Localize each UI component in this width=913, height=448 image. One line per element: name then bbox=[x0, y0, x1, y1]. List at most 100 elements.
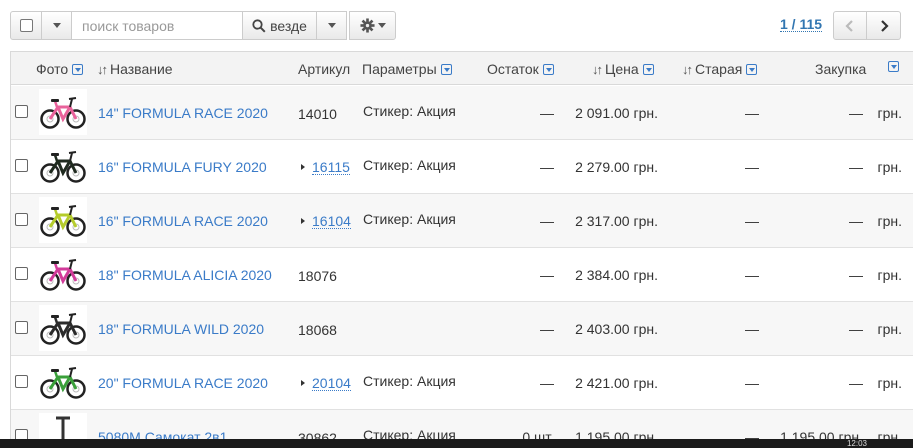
search-scope-button[interactable]: везде bbox=[243, 11, 317, 40]
prev-page-button[interactable] bbox=[833, 11, 867, 40]
bulk-actions-dropdown[interactable] bbox=[42, 11, 72, 40]
search-input[interactable] bbox=[72, 11, 243, 40]
column-params-label: Параметры bbox=[362, 61, 437, 77]
product-photo[interactable] bbox=[39, 197, 87, 243]
filter-icon[interactable] bbox=[746, 63, 758, 75]
filter-icon[interactable] bbox=[440, 63, 452, 75]
column-price-label: Цена bbox=[605, 61, 639, 77]
column-photo-label: Фото bbox=[36, 61, 69, 77]
clock: 12:03 bbox=[846, 439, 867, 448]
expand-variants-icon[interactable] bbox=[301, 380, 305, 386]
product-name-link[interactable]: 18" FORMULA WILD 2020 bbox=[98, 321, 264, 337]
product-name-link[interactable]: 16" FORMULA FURY 2020 bbox=[98, 159, 267, 175]
select-all-checkbox[interactable] bbox=[10, 11, 42, 40]
product-old-price[interactable]: — bbox=[745, 267, 759, 283]
filter-icon[interactable] bbox=[542, 63, 554, 75]
column-sku[interactable]: Артикул bbox=[298, 61, 350, 77]
column-name[interactable]: ↓↑ Название bbox=[97, 61, 173, 77]
product-photo[interactable] bbox=[39, 359, 87, 405]
product-name-link[interactable]: 18" FORMULA ALICIA 2020 bbox=[98, 267, 272, 283]
product-purchase-currency: грн. bbox=[877, 159, 902, 175]
sort-icon: ↓↑ bbox=[592, 61, 603, 77]
next-page-button[interactable] bbox=[867, 11, 901, 40]
column-filter[interactable] bbox=[888, 61, 899, 72]
table-row[interactable]: 16" FORMULA RACE 2020 16104 Стикер: Акци… bbox=[11, 194, 913, 248]
product-stock: — bbox=[540, 213, 554, 229]
product-price[interactable]: 2 403.00 грн. bbox=[575, 321, 658, 337]
table-row[interactable]: 14" FORMULA RACE 2020 14010 Стикер: Акци… bbox=[11, 86, 913, 140]
product-photo[interactable] bbox=[39, 305, 87, 351]
column-purchase-label: Закупка bbox=[815, 61, 867, 77]
row-checkbox[interactable] bbox=[15, 105, 28, 118]
product-old-price[interactable]: — bbox=[745, 213, 759, 229]
caret-down-icon bbox=[377, 23, 386, 28]
product-old-price[interactable]: — bbox=[745, 375, 759, 391]
row-checkbox[interactable] bbox=[15, 159, 28, 172]
product-purchase[interactable]: — bbox=[849, 267, 863, 283]
pagination bbox=[833, 11, 901, 40]
column-sku-label: Артикул bbox=[298, 61, 351, 77]
caret-down-icon bbox=[52, 23, 61, 28]
product-params: Стикер: Акция bbox=[363, 211, 456, 227]
product-purchase[interactable]: — bbox=[849, 159, 863, 175]
search-scope-label: везде bbox=[270, 17, 307, 34]
column-old-price-label: Старая bbox=[695, 61, 743, 77]
row-checkbox[interactable] bbox=[15, 375, 28, 388]
row-checkbox[interactable] bbox=[15, 213, 28, 226]
column-photo[interactable]: Фото bbox=[36, 61, 84, 77]
product-photo[interactable] bbox=[39, 251, 87, 297]
product-sku: 18076 bbox=[298, 268, 337, 284]
column-params[interactable]: Параметры bbox=[362, 61, 452, 77]
product-old-price[interactable]: — bbox=[745, 105, 759, 121]
product-purchase[interactable]: — bbox=[849, 105, 863, 121]
product-params: Стикер: Акция bbox=[363, 157, 456, 173]
product-price[interactable]: 2 091.00 грн. bbox=[575, 105, 658, 121]
table-row[interactable]: 18" FORMULA WILD 2020 18068 — 2 403.00 г… bbox=[11, 302, 913, 356]
product-purchase[interactable]: — bbox=[849, 213, 863, 229]
products-table: Фото ↓↑ Название Артикул Параметры Остато… bbox=[10, 51, 913, 448]
product-old-price[interactable]: — bbox=[745, 321, 759, 337]
filter-icon[interactable] bbox=[888, 61, 899, 72]
settings-dropdown[interactable] bbox=[349, 11, 396, 40]
product-purchase-currency: грн. bbox=[877, 375, 902, 391]
product-price[interactable]: 2 384.00 грн. bbox=[575, 267, 658, 283]
column-name-label: Название bbox=[110, 61, 173, 77]
product-name-link[interactable]: 14" FORMULA RACE 2020 bbox=[98, 105, 268, 121]
page-indicator[interactable]: 1 / 115 bbox=[780, 17, 823, 32]
product-sku[interactable]: 16115 bbox=[312, 160, 350, 175]
column-stock[interactable]: Остаток bbox=[487, 61, 554, 77]
column-old-price[interactable]: ↓↑ Старая bbox=[682, 61, 758, 77]
search-icon bbox=[252, 18, 266, 33]
expand-variants-icon[interactable] bbox=[301, 164, 305, 170]
product-price[interactable]: 2 317.00 грн. bbox=[575, 213, 658, 229]
product-params: Стикер: Акция bbox=[363, 103, 456, 119]
table-row[interactable]: 16" FORMULA FURY 2020 16115 Стикер: Акци… bbox=[11, 140, 913, 194]
expand-variants-icon[interactable] bbox=[301, 218, 305, 224]
product-purchase-currency: грн. bbox=[877, 105, 902, 121]
product-price[interactable]: 2 279.00 грн. bbox=[575, 159, 658, 175]
product-sku[interactable]: 20104 bbox=[312, 376, 351, 391]
product-stock: — bbox=[540, 159, 554, 175]
product-purchase[interactable]: — bbox=[849, 321, 863, 337]
product-price[interactable]: 2 421.00 грн. bbox=[575, 375, 658, 391]
product-params: Стикер: Акция bbox=[363, 373, 456, 389]
product-purchase-currency: грн. bbox=[877, 267, 902, 283]
row-checkbox[interactable] bbox=[15, 267, 28, 280]
caret-down-icon bbox=[327, 23, 336, 28]
product-name-link[interactable]: 20" FORMULA RACE 2020 bbox=[98, 375, 268, 391]
product-purchase[interactable]: — bbox=[849, 375, 863, 391]
product-photo[interactable] bbox=[39, 89, 87, 135]
column-price[interactable]: ↓↑ Цена bbox=[592, 61, 654, 77]
row-checkbox[interactable] bbox=[15, 321, 28, 334]
column-purchase[interactable]: Закупка bbox=[815, 61, 866, 77]
filter-icon[interactable] bbox=[642, 63, 654, 75]
product-purchase-currency: грн. bbox=[877, 321, 902, 337]
filter-icon[interactable] bbox=[72, 63, 84, 75]
table-row[interactable]: 18" FORMULA ALICIA 2020 18076 — 2 384.00… bbox=[11, 248, 913, 302]
product-photo[interactable] bbox=[39, 143, 87, 189]
table-row[interactable]: 20" FORMULA RACE 2020 20104 Стикер: Акци… bbox=[11, 356, 913, 410]
product-sku[interactable]: 16104 bbox=[312, 214, 351, 229]
product-name-link[interactable]: 16" FORMULA RACE 2020 bbox=[98, 213, 268, 229]
product-old-price[interactable]: — bbox=[745, 159, 759, 175]
search-scope-dropdown[interactable] bbox=[317, 11, 347, 40]
